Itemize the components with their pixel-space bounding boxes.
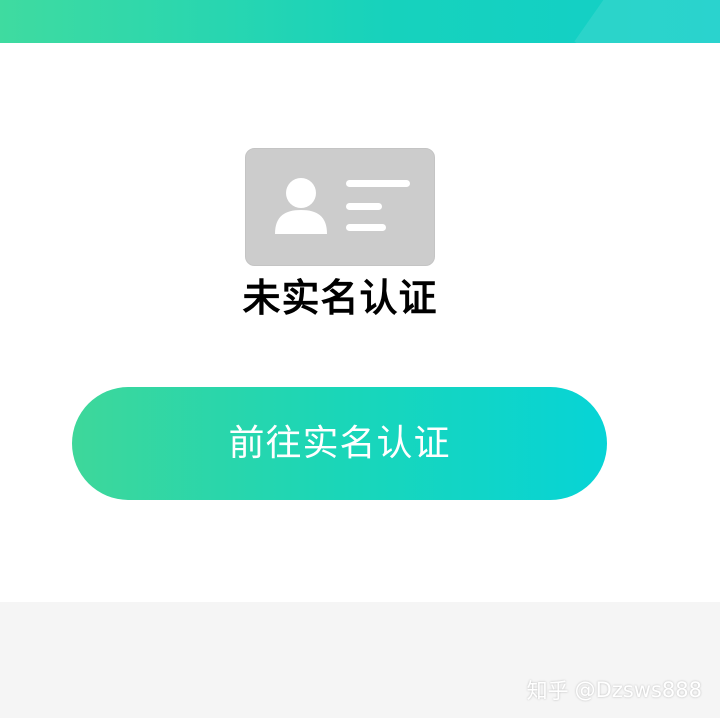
verification-status-title: 未实名认证 bbox=[242, 276, 438, 320]
header-sheen bbox=[574, 0, 720, 43]
go-to-verification-button[interactable]: 前往实名认证 bbox=[72, 387, 607, 500]
watermark-platform: 知乎 bbox=[526, 679, 569, 703]
header-bar bbox=[0, 0, 720, 43]
watermark-handle: @Dzsws888 bbox=[574, 678, 702, 702]
watermark: 知乎 @Dzsws888 bbox=[527, 672, 702, 708]
id-card-icon bbox=[245, 148, 435, 266]
